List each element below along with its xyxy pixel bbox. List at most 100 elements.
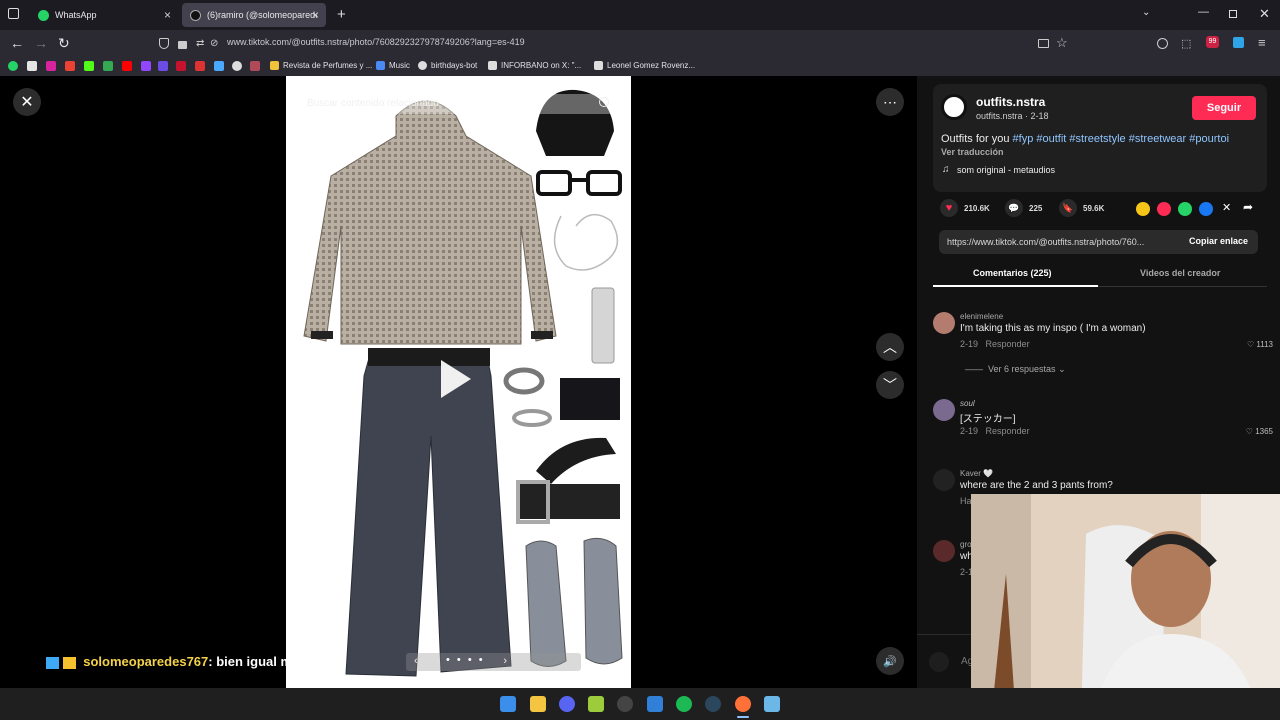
notepad-icon[interactable] — [764, 696, 780, 712]
bookmark-star-icon[interactable]: ☆ — [1056, 35, 1068, 51]
more-share-icon[interactable]: ➦ — [1243, 200, 1253, 214]
reply-button[interactable]: Responder — [986, 426, 1030, 436]
comment-username[interactable]: gro — [960, 540, 972, 549]
steam-icon[interactable] — [705, 696, 721, 712]
instagram-bookmark-icon[interactable] — [46, 61, 56, 71]
bookmark-leonel[interactable]: Leonel Gomez Rovenz... — [594, 61, 695, 70]
tab-comments[interactable]: Comentarios (225) — [973, 268, 1052, 278]
close-viewer-button[interactable]: ✕ — [13, 88, 41, 116]
comment-icon[interactable]: 💬 — [1005, 199, 1023, 217]
back-icon[interactable]: ← — [10, 35, 24, 51]
tab-overflow-icon[interactable]: ⌄ — [1142, 7, 1150, 18]
image-pagination[interactable]: ‹ • • • • › — [406, 653, 581, 671]
new-tab-icon[interactable]: + — [337, 6, 346, 23]
share-url[interactable]: https://www.tiktok.com/@outfits.nstra/ph… — [947, 237, 1144, 247]
comment-username[interactable]: elenimelene — [960, 312, 1003, 321]
creator-avatar[interactable] — [941, 94, 967, 120]
maximize-icon[interactable] — [1229, 10, 1237, 18]
url-bar[interactable]: www.tiktok.com/@outfits.nstra/photo/7608… — [227, 37, 525, 47]
x-bookmark-icon[interactable] — [27, 61, 37, 71]
firefox-icon[interactable] — [735, 696, 751, 712]
image-bookmark-icon[interactable] — [250, 61, 260, 71]
play-button[interactable] — [441, 360, 471, 398]
reader-view-icon[interactable] — [1038, 39, 1049, 48]
avatar[interactable] — [933, 469, 955, 491]
permissions-icon[interactable]: ⇄ — [196, 38, 204, 49]
hashtag-link[interactable]: #pourtoi — [1189, 133, 1229, 145]
file-explorer-icon[interactable] — [530, 696, 546, 712]
close-tab-icon[interactable]: × — [312, 8, 319, 22]
trend-bookmark-icon[interactable] — [195, 61, 205, 71]
search-icon[interactable] — [599, 97, 609, 107]
notifications-badge[interactable]: 99 — [1206, 36, 1219, 48]
view-replies-button[interactable]: —— Ver 6 respuestas ⌄ — [965, 364, 1066, 375]
x-share-icon[interactable]: ✕ — [1222, 201, 1231, 214]
whatsapp-bookmark-icon[interactable] — [8, 61, 18, 71]
hashtag-link[interactable]: #streetstyle — [1069, 133, 1125, 145]
next-post-button[interactable]: ﹀ — [876, 371, 904, 399]
notepad-green-icon[interactable] — [588, 696, 604, 712]
more-options-button[interactable]: ⋯ — [876, 88, 904, 116]
kick-bookmark-icon[interactable] — [84, 61, 94, 71]
spark-bookmark-icon[interactable] — [214, 61, 224, 71]
extensions-icon[interactable]: ⬚ — [1181, 37, 1191, 50]
discord-icon[interactable] — [559, 696, 575, 712]
vscode-icon[interactable] — [647, 696, 663, 712]
forward-icon[interactable]: → — [34, 35, 48, 51]
save-icon[interactable]: 🔖 — [1059, 199, 1077, 217]
copy-link-button[interactable]: Copiar enlace — [1189, 236, 1248, 246]
reply-button[interactable]: Responder — [986, 339, 1030, 349]
avatar[interactable] — [933, 399, 955, 421]
whatsapp-share-icon[interactable] — [1178, 202, 1192, 216]
cloud-bookmark-icon[interactable] — [232, 61, 242, 71]
pinterest-bookmark-icon[interactable] — [158, 61, 168, 71]
volume-button[interactable]: 🔊 — [876, 647, 904, 675]
hashtag-link[interactable]: #fyp — [1013, 133, 1034, 145]
tracking-shield-icon[interactable] — [159, 38, 169, 49]
youtube-bookmark-icon[interactable] — [122, 61, 132, 71]
red-bookmark-icon[interactable] — [176, 61, 186, 71]
bookmark-perfumes[interactable]: Revista de Perfumes y ... — [270, 61, 372, 70]
account-icon[interactable] — [1157, 38, 1168, 49]
spotify-icon[interactable] — [676, 696, 692, 712]
embed-share-icon[interactable] — [1136, 202, 1150, 216]
bookmark-music[interactable]: Music — [376, 61, 410, 70]
windows-start-icon[interactable] — [500, 696, 516, 712]
tab-list-icon[interactable] — [8, 8, 19, 19]
prev-image-icon[interactable]: ‹ — [414, 655, 418, 667]
camera-blocked-icon[interactable]: ⊘ — [210, 38, 218, 49]
twitch-bookmark-icon[interactable] — [141, 61, 151, 71]
avatar[interactable] — [933, 540, 955, 562]
extension-blue-icon[interactable] — [1233, 37, 1244, 48]
bookmark-inforbano[interactable]: INFORBANO on X: "... — [488, 61, 581, 70]
gmail-bookmark-icon[interactable] — [65, 61, 75, 71]
bookmark-birthdays[interactable]: birthdays-bot — [418, 61, 477, 70]
minimize-icon[interactable]: — — [1198, 6, 1209, 18]
comment-likes[interactable]: ♡ 1365 — [1246, 427, 1273, 436]
close-tab-icon[interactable]: × — [164, 8, 171, 22]
drive-bookmark-icon[interactable] — [103, 61, 113, 71]
tab-tiktok[interactable]: (6)ramiro (@solomeoparedes767) × — [182, 3, 326, 27]
like-icon[interactable]: ♥ — [940, 199, 958, 217]
send-share-icon[interactable] — [1157, 202, 1171, 216]
tab-whatsapp[interactable]: WhatsApp × — [30, 3, 178, 27]
obs-icon[interactable] — [617, 696, 633, 712]
avatar[interactable] — [933, 312, 955, 334]
hashtag-link[interactable]: #outfit — [1036, 133, 1066, 145]
comment-username[interactable]: Kaver 🤍 — [960, 469, 993, 478]
outfit-photo[interactable]: Buscar contenido relacionado ‹ • • • • › — [286, 76, 631, 688]
hashtag-link[interactable]: #streetwear — [1129, 133, 1186, 145]
translate-link[interactable]: Ver traducción — [941, 147, 1004, 157]
sound-name[interactable]: som original - metaudios — [957, 165, 1055, 175]
lock-icon[interactable] — [178, 41, 187, 49]
search-related-input[interactable]: Buscar contenido relacionado — [298, 94, 618, 114]
comment-username[interactable]: soul — [960, 399, 975, 408]
previous-post-button[interactable]: ︿ — [876, 333, 904, 361]
creator-username[interactable]: outfits.nstra — [976, 95, 1045, 109]
menu-icon[interactable]: ≡ — [1258, 35, 1266, 50]
close-window-icon[interactable]: ✕ — [1259, 6, 1270, 22]
next-image-icon[interactable]: › — [503, 655, 507, 667]
reload-icon[interactable]: ↻ — [58, 35, 70, 51]
tab-creator-videos[interactable]: Videos del creador — [1140, 268, 1220, 278]
follow-button[interactable]: Seguir — [1192, 96, 1256, 120]
